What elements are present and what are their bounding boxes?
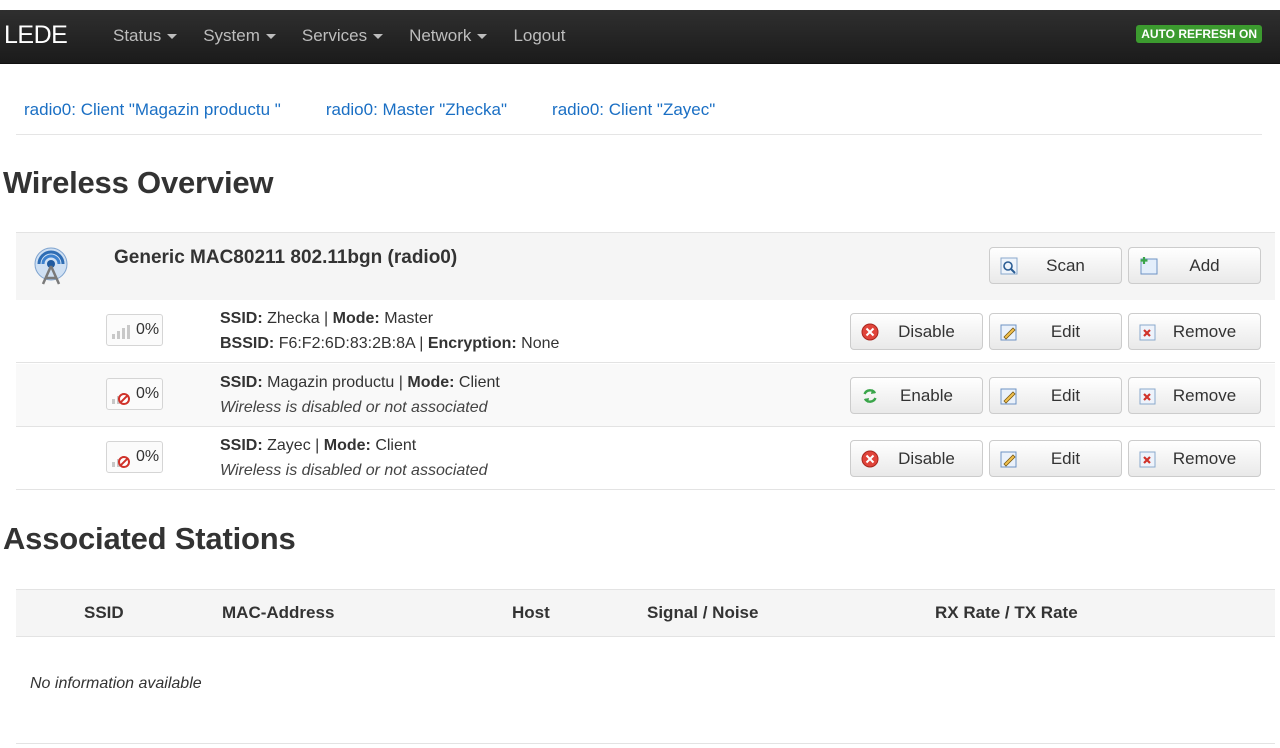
signal-bars-icon <box>112 325 130 339</box>
main-menu: Status System Services Network Logout <box>113 26 591 46</box>
menu-services[interactable]: Services <box>301 26 384 46</box>
tab-zhecka[interactable]: radio0: Master "Zhecka" <box>326 100 507 120</box>
caret-down-icon <box>373 34 384 40</box>
remove-button-label: Remove <box>1172 322 1237 341</box>
remove-button-label: Remove <box>1172 386 1237 405</box>
bssid-value: F6:F2:6D:83:2B:8A <box>278 335 415 352</box>
enable-button[interactable]: Enable <box>850 377 983 414</box>
column-mac-address: MAC-Address <box>222 603 335 622</box>
network-info: SSID: Zhecka | Mode: Master BSSID: F6:F2… <box>220 306 559 356</box>
encryption-label: Encryption: <box>427 335 517 352</box>
enable-button-label: Enable <box>900 386 953 405</box>
column-rx-tx-rate: RX Rate / TX Rate <box>935 603 1078 622</box>
ssid-label: SSID: <box>220 310 263 327</box>
menu-services-label: Services <box>301 26 368 45</box>
disable-button[interactable]: Disable <box>850 313 983 350</box>
tab-zayec[interactable]: radio0: Client "Zayec" <box>552 100 715 120</box>
disable-button[interactable]: Disable <box>850 440 983 477</box>
disable-button-label: Disable <box>898 449 955 468</box>
signal-disabled-icon <box>112 393 130 405</box>
ssid-label: SSID: <box>220 374 263 391</box>
signal-percent: 0% <box>136 448 160 465</box>
device-name: Generic MAC80211 802.11bgn (radio0) <box>114 247 458 268</box>
top-navbar: LEDE Status System Services Network Logo… <box>0 10 1280 64</box>
signal-percent: 0% <box>136 385 160 402</box>
remove-button[interactable]: Remove <box>1128 313 1261 350</box>
signal-indicator: 0% <box>106 441 163 473</box>
tab-magazin-productu[interactable]: radio0: Client "Magazin productu " <box>24 100 281 120</box>
add-button[interactable]: Add <box>1128 247 1261 284</box>
wireless-radio-icon <box>34 247 68 285</box>
disable-button-label: Disable <box>898 322 955 341</box>
network-info-line1: SSID: Zayec | Mode: Client <box>220 437 417 454</box>
network-row: 0% SSID: Magazin productu | Mode: Client… <box>16 364 1275 427</box>
menu-network[interactable]: Network <box>409 26 488 46</box>
edit-button[interactable]: Edit <box>989 440 1122 477</box>
network-info-line1: SSID: Zhecka | Mode: Master <box>220 310 434 327</box>
remove-button[interactable]: Remove <box>1128 440 1261 477</box>
network-status: Wireless is disabled or not associated <box>220 458 488 483</box>
stations-table-header: SSID MAC-Address Host Signal / Noise RX … <box>16 589 1275 637</box>
auto-refresh-badge[interactable]: AUTO REFRESH ON <box>1136 25 1262 43</box>
caret-down-icon <box>477 34 488 40</box>
signal-disabled-icon <box>112 456 130 468</box>
signal-indicator: 0% <box>106 314 163 346</box>
signal-percent: 0% <box>136 321 160 338</box>
menu-logout-label: Logout <box>513 26 566 45</box>
mode-value: Client <box>375 437 417 454</box>
edit-button-label: Edit <box>1050 386 1081 405</box>
device-row: Generic MAC80211 802.11bgn (radio0) Scan… <box>16 232 1275 301</box>
network-status-text: Wireless is disabled or not associated <box>220 399 488 416</box>
remove-button-label: Remove <box>1172 449 1237 468</box>
network-row: 0% SSID: Zhecka | Mode: Master BSSID: F6… <box>16 300 1275 363</box>
network-row: 0% SSID: Zayec | Mode: Client Wireless i… <box>16 427 1275 490</box>
network-info-line2: BSSID: F6:F2:6D:83:2B:8A | Encryption: N… <box>220 335 560 352</box>
menu-status-label: Status <box>113 26 162 45</box>
mode-label: Mode: <box>323 437 371 454</box>
menu-network-label: Network <box>409 26 472 45</box>
edit-button-label: Edit <box>1050 322 1081 341</box>
mode-value: Client <box>458 374 500 391</box>
mode-label: Mode: <box>407 374 455 391</box>
caret-down-icon <box>265 34 276 40</box>
menu-status[interactable]: Status <box>113 26 178 46</box>
edit-button[interactable]: Edit <box>989 313 1122 350</box>
bottom-divider <box>16 743 1275 744</box>
column-host: Host <box>512 603 550 622</box>
network-status: Wireless is disabled or not associated <box>220 395 500 420</box>
empty-message: No information available <box>30 675 202 692</box>
ssid-value: Magazin productu <box>267 374 395 391</box>
page-title: Wireless Overview <box>3 165 274 200</box>
scan-button[interactable]: Scan <box>989 247 1122 284</box>
edit-button[interactable]: Edit <box>989 377 1122 414</box>
edit-button-label: Edit <box>1050 449 1081 468</box>
scan-button-label: Scan <box>1046 256 1085 275</box>
remove-button[interactable]: Remove <box>1128 377 1261 414</box>
ssid-label: SSID: <box>220 437 263 454</box>
network-info-line1: SSID: Magazin productu | Mode: Client <box>220 374 500 391</box>
add-button-label: Add <box>1189 256 1220 275</box>
caret-down-icon <box>167 34 178 40</box>
mode-value: Master <box>384 310 434 327</box>
brand-logo[interactable]: LEDE <box>4 21 68 50</box>
menu-system-label: System <box>203 26 260 45</box>
signal-indicator: 0% <box>106 378 163 410</box>
column-signal-noise: Signal / Noise <box>647 603 759 622</box>
bssid-label: BSSID: <box>220 335 275 352</box>
menu-logout[interactable]: Logout <box>513 26 565 46</box>
ssid-value: Zhecka <box>267 310 320 327</box>
ssid-value: Zayec <box>267 437 311 454</box>
tabs-divider <box>16 134 1262 135</box>
encryption-value: None <box>521 335 560 352</box>
network-status-text: Wireless is disabled or not associated <box>220 462 488 479</box>
section-title-associated-stations: Associated Stations <box>3 521 296 556</box>
network-info: SSID: Magazin productu | Mode: Client Wi… <box>220 370 500 420</box>
column-ssid: SSID <box>84 603 124 622</box>
mode-label: Mode: <box>332 310 380 327</box>
network-tabs: radio0: Client "Magazin productu " radio… <box>24 100 760 120</box>
network-info: SSID: Zayec | Mode: Client Wireless is d… <box>220 433 488 483</box>
menu-system[interactable]: System <box>203 26 276 46</box>
